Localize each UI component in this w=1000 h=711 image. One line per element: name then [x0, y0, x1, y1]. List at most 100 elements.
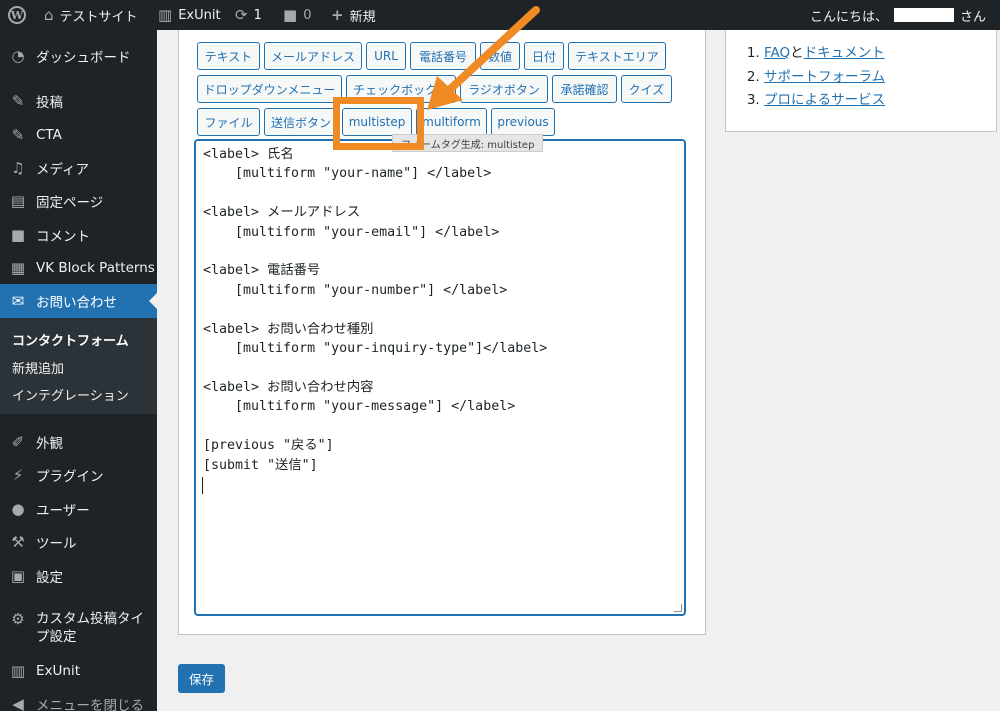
- menu-tools[interactable]: ⚒ ツール: [0, 525, 157, 559]
- resize-handle[interactable]: [674, 604, 682, 612]
- form-template-content: <label> 氏名 [multiform "your-name"] </lab…: [203, 147, 548, 473]
- menu-label: 固定ページ: [36, 195, 104, 211]
- wordpress-logo[interactable]: W: [8, 0, 26, 30]
- menu-label: CTA: [36, 127, 62, 143]
- text-caret: [202, 477, 203, 494]
- menu-plugins[interactable]: ⚡ プラグイン: [0, 458, 157, 492]
- menu-label: メニューを閉じる: [36, 698, 144, 711]
- help-item: FAQとドキュメント: [764, 42, 885, 66]
- dashboard-icon: ◔: [11, 47, 25, 65]
- tag-button-file[interactable]: ファイル: [197, 108, 260, 136]
- grid-icon: ▦: [10, 259, 26, 277]
- tag-button-date[interactable]: 日付: [524, 42, 564, 70]
- menu-label: ダッシュボード: [36, 50, 131, 66]
- exunit-label: ExUnit: [178, 7, 221, 23]
- menu-pages[interactable]: ▤ 固定ページ: [0, 184, 157, 218]
- account-menu[interactable]: こんにちは、 さん: [810, 0, 986, 30]
- support-forum-link[interactable]: サポートフォーラム: [764, 69, 885, 85]
- pin-icon: ✎: [11, 92, 25, 110]
- mail-icon: ✉: [11, 292, 25, 310]
- menu-appearance[interactable]: ✐ 外観: [0, 425, 157, 459]
- refresh-icon: ⟳: [235, 5, 248, 24]
- menu-collapse[interactable]: ◀ メニューを閉じる: [0, 687, 157, 711]
- tag-button-text[interactable]: テキスト: [197, 42, 260, 70]
- redacted-username: [893, 8, 954, 22]
- menu-label: お問い合わせ: [36, 295, 117, 311]
- form-template-editor[interactable]: <label> 氏名 [multiform "your-name"] </lab…: [195, 140, 685, 615]
- joiner-text: と: [790, 45, 804, 61]
- menu-label: カスタム投稿タイプ設定: [36, 611, 144, 645]
- wordpress-icon: W: [8, 6, 26, 24]
- greeting: こんにちは、: [809, 9, 888, 25]
- brush-icon: ✐: [11, 433, 25, 451]
- pin-icon: ✎: [11, 126, 25, 144]
- submenu-contact-form[interactable]: コンタクトフォーム: [12, 330, 129, 349]
- submenu-integration[interactable]: インテグレーション: [12, 385, 129, 404]
- menu-dashboard[interactable]: ◔ ダッシュボード: [0, 39, 157, 73]
- updates-count: 1: [253, 7, 262, 23]
- site-name: テストサイト: [59, 9, 138, 25]
- site-name-link[interactable]: ⌂ テストサイト: [44, 0, 138, 30]
- tag-button-multiform[interactable]: multiform: [416, 108, 487, 136]
- menu-users[interactable]: ● ユーザー: [0, 492, 157, 526]
- greeting-suffix: さん: [959, 9, 986, 25]
- help-item: プロによるサービス: [764, 89, 885, 113]
- docs-link[interactable]: ドキュメント: [804, 45, 885, 61]
- tag-button-select[interactable]: ドロップダウンメニュー: [197, 75, 342, 103]
- tag-button-tel[interactable]: 電話番号: [410, 42, 476, 70]
- plugin-icon: ⚡: [12, 466, 24, 484]
- new-content-link[interactable]: + 新規: [331, 0, 376, 30]
- updates-link[interactable]: ⟳ 1: [235, 0, 262, 30]
- menu-custom-post-type[interactable]: ⚙ カスタム投稿タイプ設定: [0, 602, 157, 645]
- menu-label: VK Block Patterns: [36, 260, 155, 276]
- exunit-link[interactable]: ▥ ExUnit: [158, 0, 221, 30]
- plus-icon: +: [331, 5, 344, 24]
- faq-link[interactable]: FAQ: [764, 45, 790, 61]
- settings-icon: ▣: [10, 567, 26, 585]
- menu-label: メディア: [36, 162, 90, 178]
- menu-label: コメント: [36, 229, 90, 245]
- menu-label: ツール: [36, 536, 77, 552]
- comment-icon: ■: [10, 226, 26, 244]
- page-icon: ▤: [10, 192, 26, 210]
- submenu-add-new[interactable]: 新規追加: [12, 358, 64, 377]
- tag-button-number[interactable]: 数値: [480, 42, 520, 70]
- menu-label: 投稿: [36, 95, 63, 111]
- help-list: FAQとドキュメント サポートフォーラム プロによるサービス: [750, 42, 885, 113]
- tag-button-submit[interactable]: 送信ボタン: [264, 108, 338, 136]
- pro-services-link[interactable]: プロによるサービス: [764, 92, 885, 108]
- tag-button-radio[interactable]: ラジオボタン: [460, 75, 548, 103]
- tag-button-previous[interactable]: previous: [491, 108, 555, 136]
- menu-label: ユーザー: [36, 503, 90, 519]
- menu-vk-block-patterns[interactable]: ▦ VK Block Patterns: [0, 251, 157, 285]
- tag-button-email[interactable]: メールアドレス: [264, 42, 362, 70]
- menu-label: プラグイン: [36, 469, 104, 485]
- menu-posts[interactable]: ✎ 投稿: [0, 84, 157, 118]
- tag-button-url[interactable]: URL: [366, 42, 406, 70]
- tag-button-acceptance[interactable]: 承諾確認: [552, 75, 617, 103]
- menu-label: 外観: [36, 436, 63, 452]
- admin-sidebar: ◔ ダッシュボード ✎ 投稿 ✎ CTA ♫ メディア ▤ 固定ページ ■ コメント ▦ VK…: [0, 30, 157, 711]
- menu-settings[interactable]: ▣ 設定: [0, 559, 157, 593]
- menu-comments[interactable]: ■ コメント: [0, 218, 157, 252]
- media-icon: ♫: [11, 159, 25, 177]
- tag-button-quiz[interactable]: クイズ: [621, 75, 672, 103]
- comments-link[interactable]: ■ 0: [283, 0, 311, 30]
- menu-label: ExUnit: [36, 663, 81, 679]
- user-icon: ●: [11, 500, 25, 518]
- menu-exunit[interactable]: ▥ ExUnit: [0, 654, 157, 688]
- help-item: サポートフォーラム: [764, 66, 885, 90]
- comments-count: 0: [303, 7, 312, 23]
- menu-contact[interactable]: ✉ お問い合わせ: [0, 284, 157, 318]
- exunit-icon: ▥: [158, 5, 173, 24]
- comment-icon: ■: [283, 5, 298, 24]
- admin-bar: W ⌂ テストサイト ▥ ExUnit ⟳ 1 ■ 0 + 新規 こんにちは、 …: [0, 0, 1000, 30]
- home-icon: ⌂: [44, 5, 54, 24]
- collapse-icon: ◀: [12, 695, 24, 711]
- new-label: 新規: [349, 9, 376, 25]
- save-button[interactable]: 保存: [178, 664, 225, 693]
- menu-cta[interactable]: ✎ CTA: [0, 118, 157, 152]
- gear-icon: ⚙: [11, 610, 25, 628]
- tag-button-textarea[interactable]: テキストエリア: [568, 42, 666, 70]
- menu-media[interactable]: ♫ メディア: [0, 151, 157, 185]
